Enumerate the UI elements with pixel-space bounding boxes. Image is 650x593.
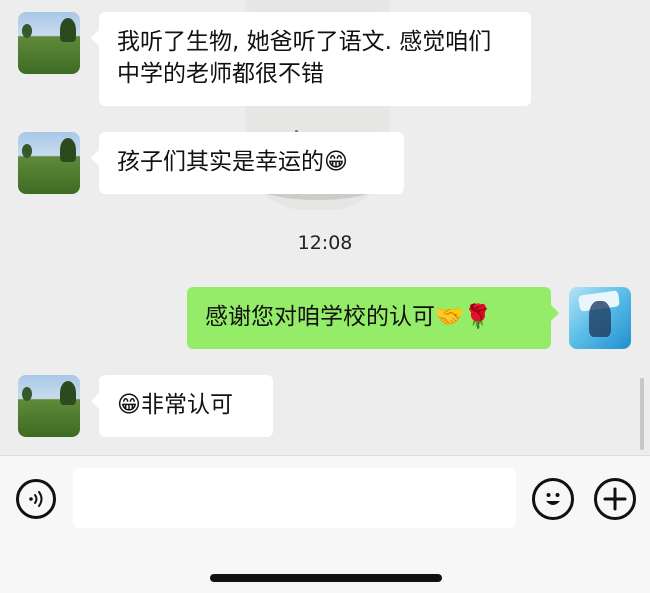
more-button[interactable] [594, 478, 636, 520]
emoji-button[interactable] [532, 478, 574, 520]
message-input[interactable] [73, 468, 516, 528]
my-avatar[interactable] [569, 287, 631, 349]
message-text: 😁非常认可 [117, 392, 233, 418]
message-bubble-incoming[interactable]: 😁非常认可 [91, 375, 273, 437]
message-bubble-incoming[interactable]: 我听了生物, 她爸听了语文. 感觉咱们中学的老师都很不错 [91, 12, 531, 106]
contact-avatar[interactable] [18, 375, 80, 437]
contact-avatar[interactable] [18, 132, 80, 194]
contact-avatar[interactable] [18, 12, 80, 74]
home-indicator[interactable] [210, 574, 442, 582]
message-timestamp: 12:08 [0, 232, 650, 254]
chat-area[interactable]: 我听了生物, 她爸听了语文. 感觉咱们中学的老师都很不错 孩子们其实是幸运的😁 … [0, 0, 650, 455]
voice-button[interactable] [16, 479, 56, 519]
message-bubble-incoming[interactable]: 孩子们其实是幸运的😁 [91, 132, 404, 194]
message-text: 感谢您对咱学校的认可🤝🌹 [205, 304, 493, 330]
scrollbar[interactable] [640, 378, 644, 450]
voice-icon [29, 491, 43, 507]
input-toolbar [0, 455, 650, 593]
message-text: 我听了生物, 她爸听了语文. 感觉咱们中学的老师都很不错 [117, 29, 492, 87]
message-bubble-outgoing[interactable]: 感谢您对咱学校的认可🤝🌹 [187, 287, 559, 349]
plus-icon [603, 487, 627, 511]
emoji-icon [546, 493, 560, 505]
message-text: 孩子们其实是幸运的😁 [117, 149, 348, 175]
